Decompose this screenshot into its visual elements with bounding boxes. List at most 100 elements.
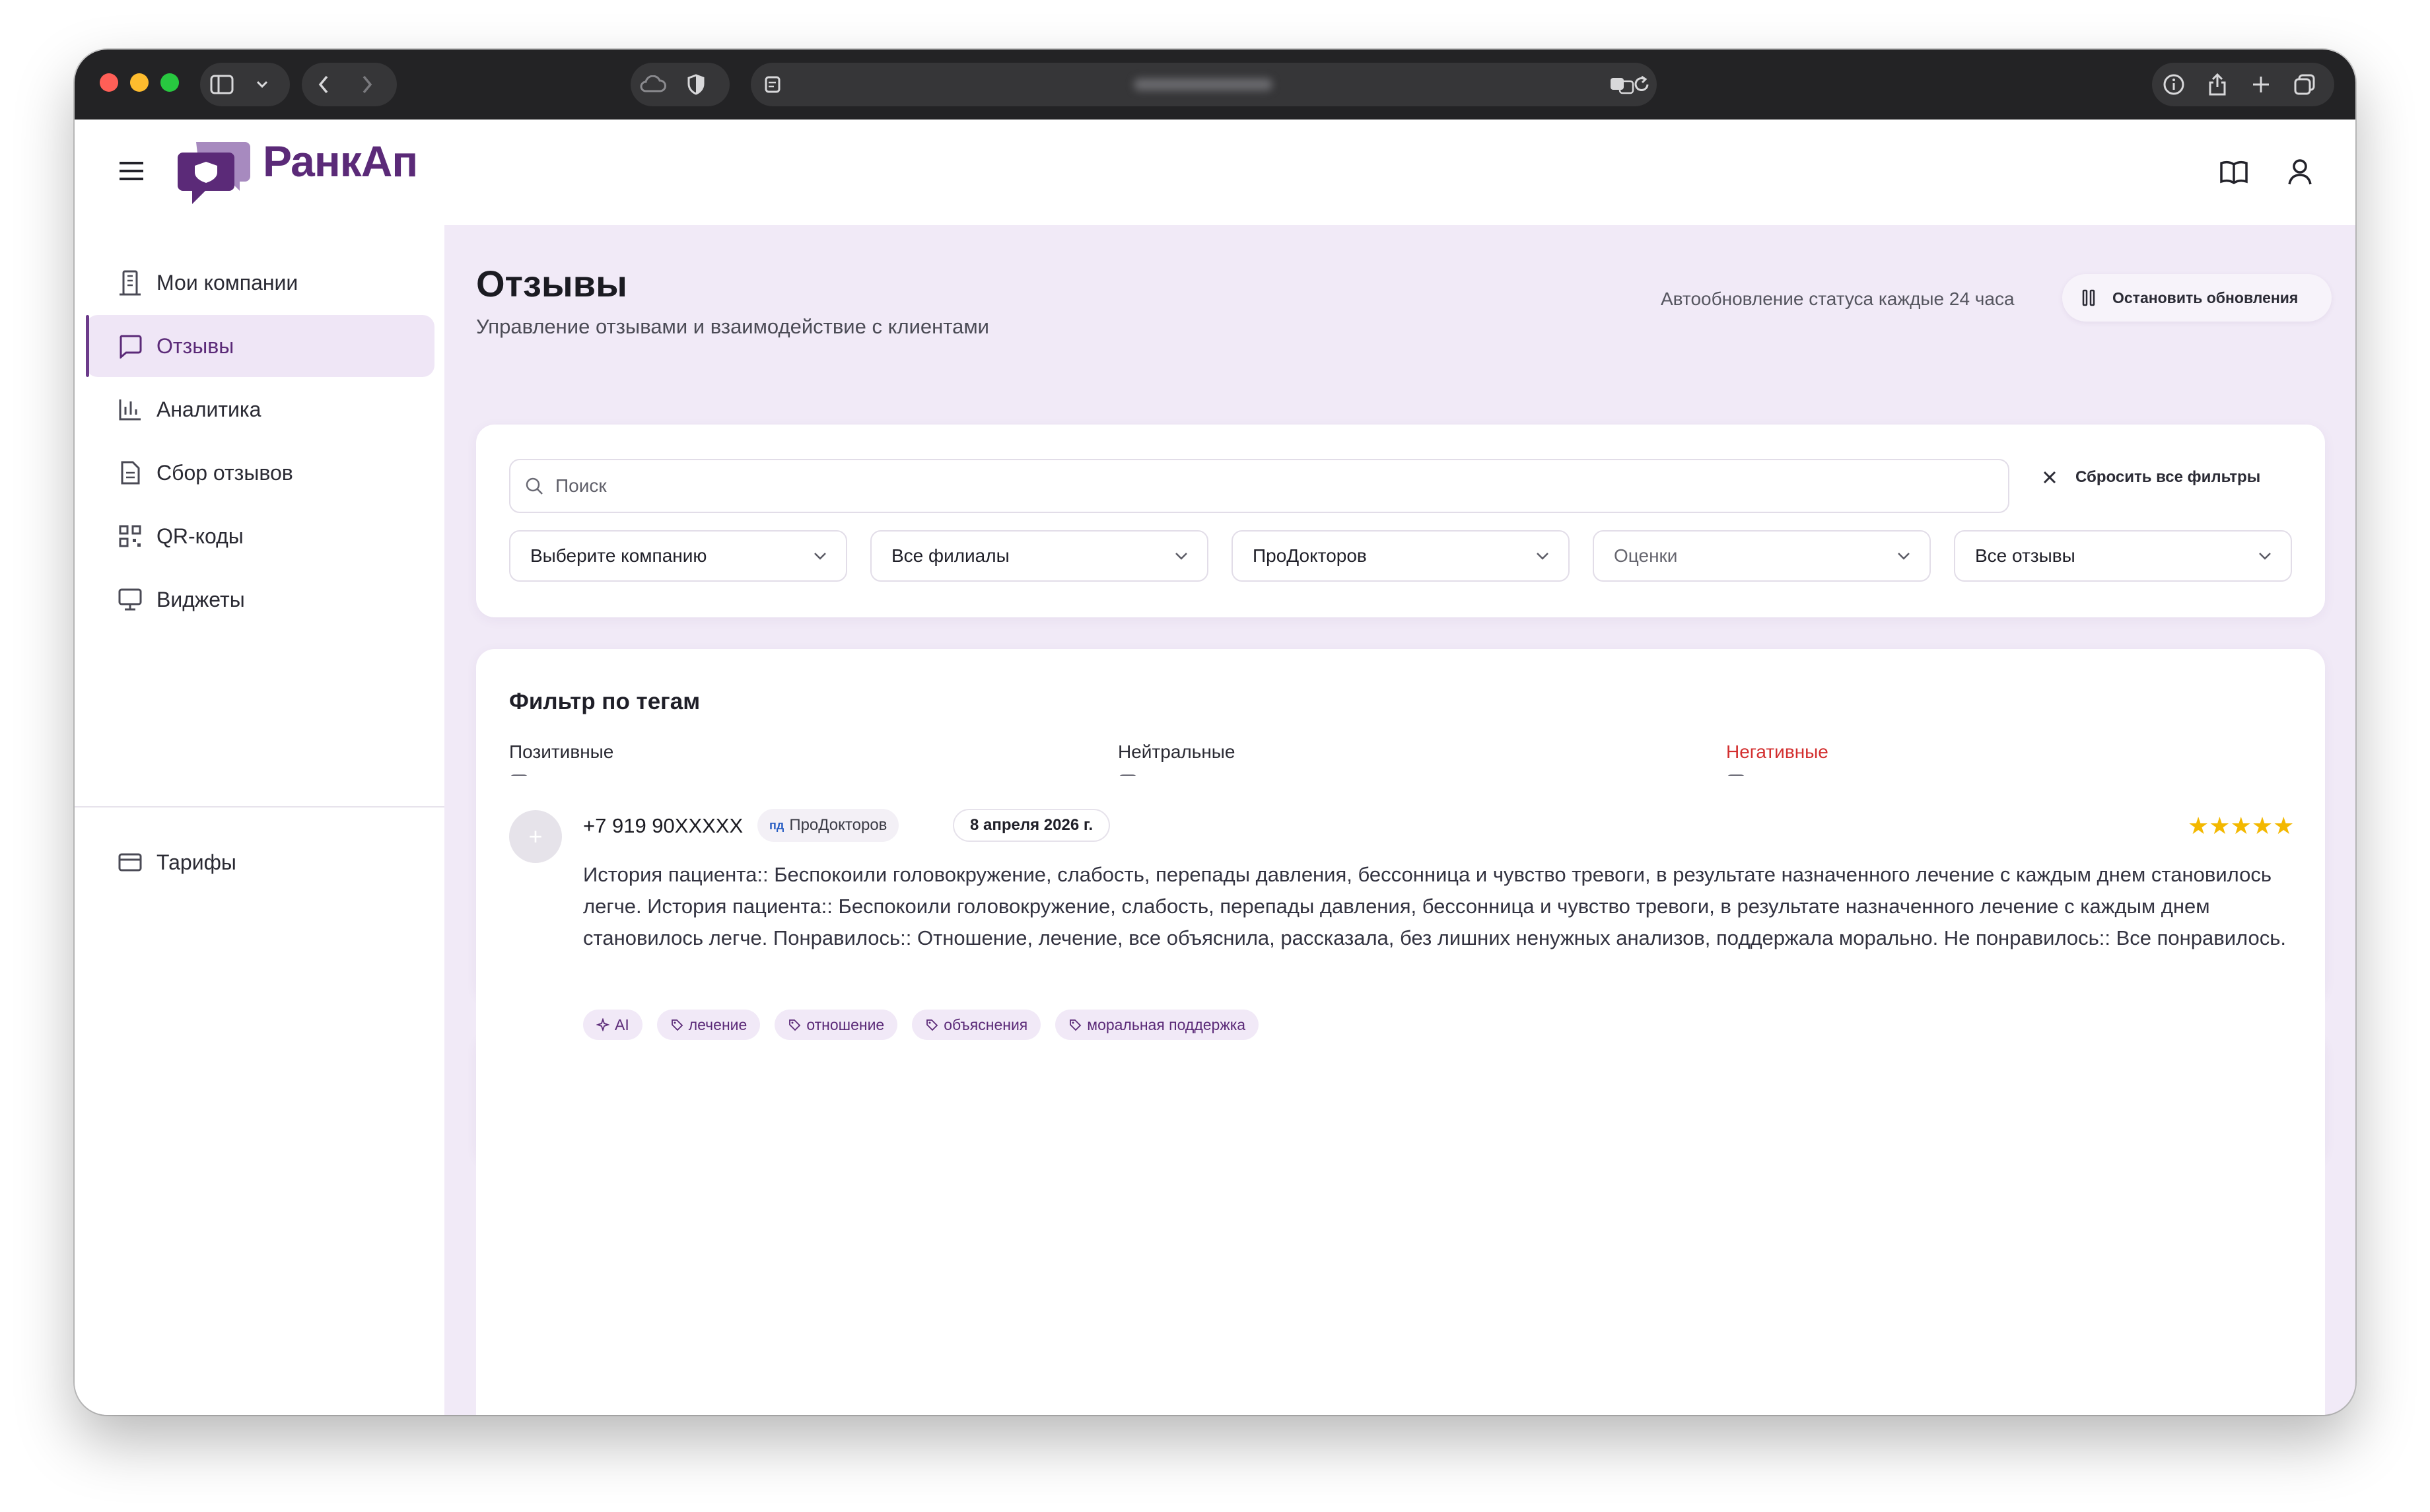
shield-icon[interactable] <box>674 63 718 106</box>
sidebar-item-companies[interactable]: Мои компании <box>86 252 434 314</box>
star-icon: ★ <box>2209 812 2231 839</box>
review-tag-label: AI <box>615 1015 629 1033</box>
reviewer-phone: +7 919 90XXXXX <box>583 814 744 837</box>
sidebar-item-qr-codes[interactable]: QR-коды <box>86 505 434 567</box>
rating-select[interactable]: Оценки <box>1593 530 1931 582</box>
sidebar-item-label: Отзывы <box>156 333 234 358</box>
user-icon[interactable] <box>2287 158 2313 189</box>
sidebar-item-label: Аналитика <box>156 397 261 421</box>
sidebar-item-label: Сбор отзывов <box>156 460 293 485</box>
review-tag-label: лечение <box>688 1015 747 1033</box>
star-icon: ★ <box>2230 812 2252 839</box>
reset-filters-label: Сбросить все фильтры <box>2075 468 2261 486</box>
sidebar-item-pricing[interactable]: Тарифы <box>86 831 434 893</box>
close-window-button[interactable] <box>100 73 118 92</box>
browser-window: РанкАп Мои компании Отзывы Аналитика Сбо… <box>75 50 2355 1415</box>
review-tag-label: отношение <box>806 1015 885 1033</box>
review-tags: AI лечение отношение объяснения моральная по… <box>583 1010 1273 1040</box>
sidebar-item-widgets[interactable]: Виджеты <box>86 568 434 631</box>
chevron-down-icon[interactable] <box>244 63 281 106</box>
source-select[interactable]: ПроДокторов <box>1232 530 1570 582</box>
chevron-down-icon <box>1535 551 1550 561</box>
tag-icon <box>670 1018 683 1031</box>
select-value: Все филиалы <box>891 545 1010 566</box>
star-icon: ★ <box>2188 812 2209 839</box>
extensions-group <box>631 63 730 106</box>
brand-logo-icon[interactable] <box>176 138 253 210</box>
stop-updates-button[interactable]: Остановить обновления <box>2062 274 2332 322</box>
ai-tag[interactable]: AI <box>583 1010 642 1040</box>
brand-name[interactable]: РанкАп <box>263 136 418 186</box>
tag-column-title: Позитивные <box>509 741 614 762</box>
bar-chart-icon <box>116 395 145 424</box>
sidebar-item-label: Тарифы <box>156 850 236 874</box>
sparkle-icon <box>596 1018 609 1031</box>
review-type-select[interactable]: Все отзывы <box>1954 530 2292 582</box>
chevron-down-icon <box>1896 551 1911 561</box>
browser-toolbar <box>75 50 2355 120</box>
forward-icon[interactable] <box>345 63 389 106</box>
sidebar-item-label: Виджеты <box>156 587 245 611</box>
sidebar-divider <box>75 806 444 808</box>
page-menu-icon[interactable] <box>763 75 782 98</box>
menu-icon[interactable] <box>118 160 145 185</box>
minimize-window-button[interactable] <box>130 73 149 92</box>
tag-filter-title: Фильтр по тегам <box>509 689 701 714</box>
page-subtitle: Управление отзывами и взаимодействие с к… <box>476 315 989 338</box>
tag-icon <box>1068 1018 1082 1031</box>
star-icon: ★ <box>2273 812 2295 839</box>
sidebar-item-collect-reviews[interactable]: Сбор отзывов <box>86 442 434 504</box>
qr-code-icon <box>116 522 145 551</box>
company-select[interactable]: Выберите компанию <box>509 530 847 582</box>
reset-filters-button[interactable]: Сбросить все фильтры <box>2042 468 2260 487</box>
review-tag-label: объяснения <box>944 1015 1028 1033</box>
sidebar: Мои компании Отзывы Аналитика Сбор отзыв… <box>75 225 444 1415</box>
review-tag[interactable]: объяснения <box>912 1010 1041 1040</box>
tag-icon <box>788 1018 801 1031</box>
sidebar-item-reviews[interactable]: Отзывы <box>86 315 434 377</box>
rating-stars: ★ ★ ★ ★ ★ <box>2188 813 2294 839</box>
back-icon[interactable] <box>302 63 345 106</box>
star-icon: ★ <box>2251 812 2274 839</box>
reload-icon[interactable] <box>1632 75 1651 98</box>
tag-column-title: Негативные <box>1726 741 1828 762</box>
building-icon <box>116 268 145 297</box>
source-name: ПроДокторов <box>789 816 887 834</box>
app-header: РанкАп <box>75 120 2355 225</box>
search-icon <box>525 477 543 495</box>
sidebar-toggle-group[interactable] <box>200 63 290 106</box>
new-tab-icon[interactable] <box>2239 63 2283 106</box>
avatar[interactable]: + <box>509 810 562 863</box>
source-badge: пд ПроДокторов <box>757 809 899 842</box>
review-tag[interactable]: моральная поддержка <box>1055 1010 1259 1040</box>
review-text: История пациента:: Беспокоили головокруж… <box>583 863 2286 949</box>
cloud-icon[interactable] <box>631 63 674 106</box>
book-icon[interactable] <box>2219 159 2248 189</box>
tab-overview-icon[interactable] <box>2283 63 2326 106</box>
browser-actions-group <box>2152 63 2334 106</box>
tag-icon <box>925 1018 938 1031</box>
chat-icon <box>116 331 145 361</box>
share-icon[interactable] <box>2196 63 2239 106</box>
search-input[interactable]: Поиск <box>509 459 2009 513</box>
address-bar[interactable] <box>751 63 1657 106</box>
branch-select[interactable]: Все филиалы <box>870 530 1208 582</box>
review-tag[interactable]: лечение <box>656 1010 761 1040</box>
active-indicator <box>86 315 89 377</box>
history-nav-group <box>302 63 397 106</box>
select-value: Оценки <box>1614 545 1678 566</box>
info-icon[interactable] <box>2152 63 2196 106</box>
chevron-down-icon <box>2258 551 2272 561</box>
sidebar-item-analytics[interactable]: Аналитика <box>86 378 434 440</box>
review-date: 8 апреля 2026 г. <box>953 809 1111 842</box>
url-text <box>1134 79 1272 90</box>
sidebar-item-label: Мои компании <box>156 270 298 294</box>
search-placeholder: Поиск <box>555 475 607 496</box>
maximize-window-button[interactable] <box>160 73 179 92</box>
source-logo: пд <box>769 818 784 832</box>
review-tag[interactable]: отношение <box>775 1010 898 1040</box>
sidebar-toggle-icon[interactable] <box>200 63 244 106</box>
stop-updates-label: Остановить обновления <box>2112 289 2299 306</box>
credit-card-icon <box>116 848 145 877</box>
sidebar-item-label: QR-коды <box>156 524 244 548</box>
